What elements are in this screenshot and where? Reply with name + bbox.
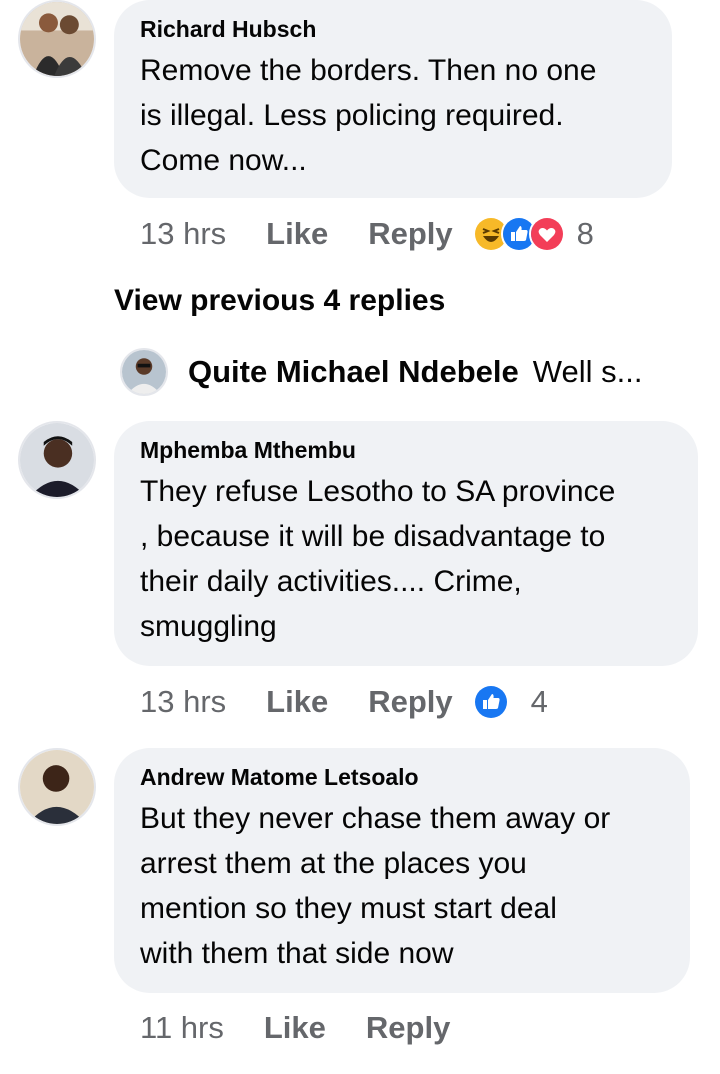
avatar-andrew[interactable] [18, 748, 96, 826]
love-icon [528, 216, 565, 252]
like-icon [472, 684, 509, 720]
reaction-count: 8 [576, 216, 594, 251]
collapsed-reply-preview: Well s... [532, 354, 643, 389]
avatar-richard[interactable] [18, 0, 96, 78]
collapsed-reply[interactable]: Quite Michael Ndebele Well s... [120, 348, 642, 396]
timestamp[interactable]: 13 hrs [140, 684, 226, 720]
comment-text: But they never chase them away or arrest… [140, 796, 664, 976]
like-button[interactable]: Like [266, 684, 328, 720]
reply-button[interactable]: Reply [368, 684, 452, 720]
comment-line: They refuse Lesotho to SA province [140, 475, 616, 508]
timestamp[interactable]: 13 hrs [140, 216, 226, 252]
comment-author[interactable]: Richard Hubsch [140, 14, 646, 44]
comment-author[interactable]: Andrew Matome Letsoalo [140, 762, 664, 792]
like-button[interactable]: Like [264, 1010, 326, 1046]
comment-actions: 11 hrs Like Reply [140, 1008, 450, 1048]
reaction-count: 4 [530, 684, 548, 719]
comment-text: Remove the borders. Then no one is illeg… [140, 48, 646, 183]
comment-line: is illegal. Less policing required. [140, 99, 564, 132]
comment-bubble: Andrew Matome Letsoalo But they never ch… [114, 748, 690, 993]
view-previous-replies-link[interactable]: View previous 4 replies [114, 284, 445, 318]
like-button[interactable]: Like [266, 216, 328, 252]
comment-author[interactable]: Mphemba Mthembu [140, 435, 672, 465]
avatar-mphemba[interactable] [18, 421, 96, 499]
comment-line: arrest them at the places you [140, 847, 527, 880]
comment-line: mention so they must start deal [140, 892, 557, 925]
avatar-quite-michael[interactable] [120, 348, 168, 396]
comment-text: They refuse Lesotho to SA province , bec… [140, 469, 672, 649]
reaction-summary[interactable]: 4 [472, 684, 548, 720]
reply-button[interactable]: Reply [368, 216, 452, 252]
comment-line: Remove the borders. Then no one [140, 54, 597, 87]
comment-actions: 13 hrs Like Reply 8 [140, 214, 594, 254]
comment-line: with them that side now [140, 937, 454, 970]
reply-button[interactable]: Reply [366, 1010, 450, 1046]
collapsed-reply-author[interactable]: Quite Michael Ndebele [188, 354, 519, 390]
comment-line: smuggling [140, 610, 277, 643]
comment-line: But they never chase them away or [140, 802, 611, 835]
comment-bubble: Richard Hubsch Remove the borders. Then … [114, 0, 672, 198]
comment-line: their daily activities.... Crime, [140, 565, 522, 598]
comment-line: Come now... [140, 144, 307, 177]
comment-line: , because it will be disadvantage to [140, 520, 606, 553]
comment-actions: 13 hrs Like Reply 4 [140, 682, 548, 722]
timestamp[interactable]: 11 hrs [140, 1010, 224, 1046]
comment-bubble: Mphemba Mthembu They refuse Lesotho to S… [114, 421, 698, 666]
reaction-summary[interactable]: 8 [472, 216, 594, 252]
